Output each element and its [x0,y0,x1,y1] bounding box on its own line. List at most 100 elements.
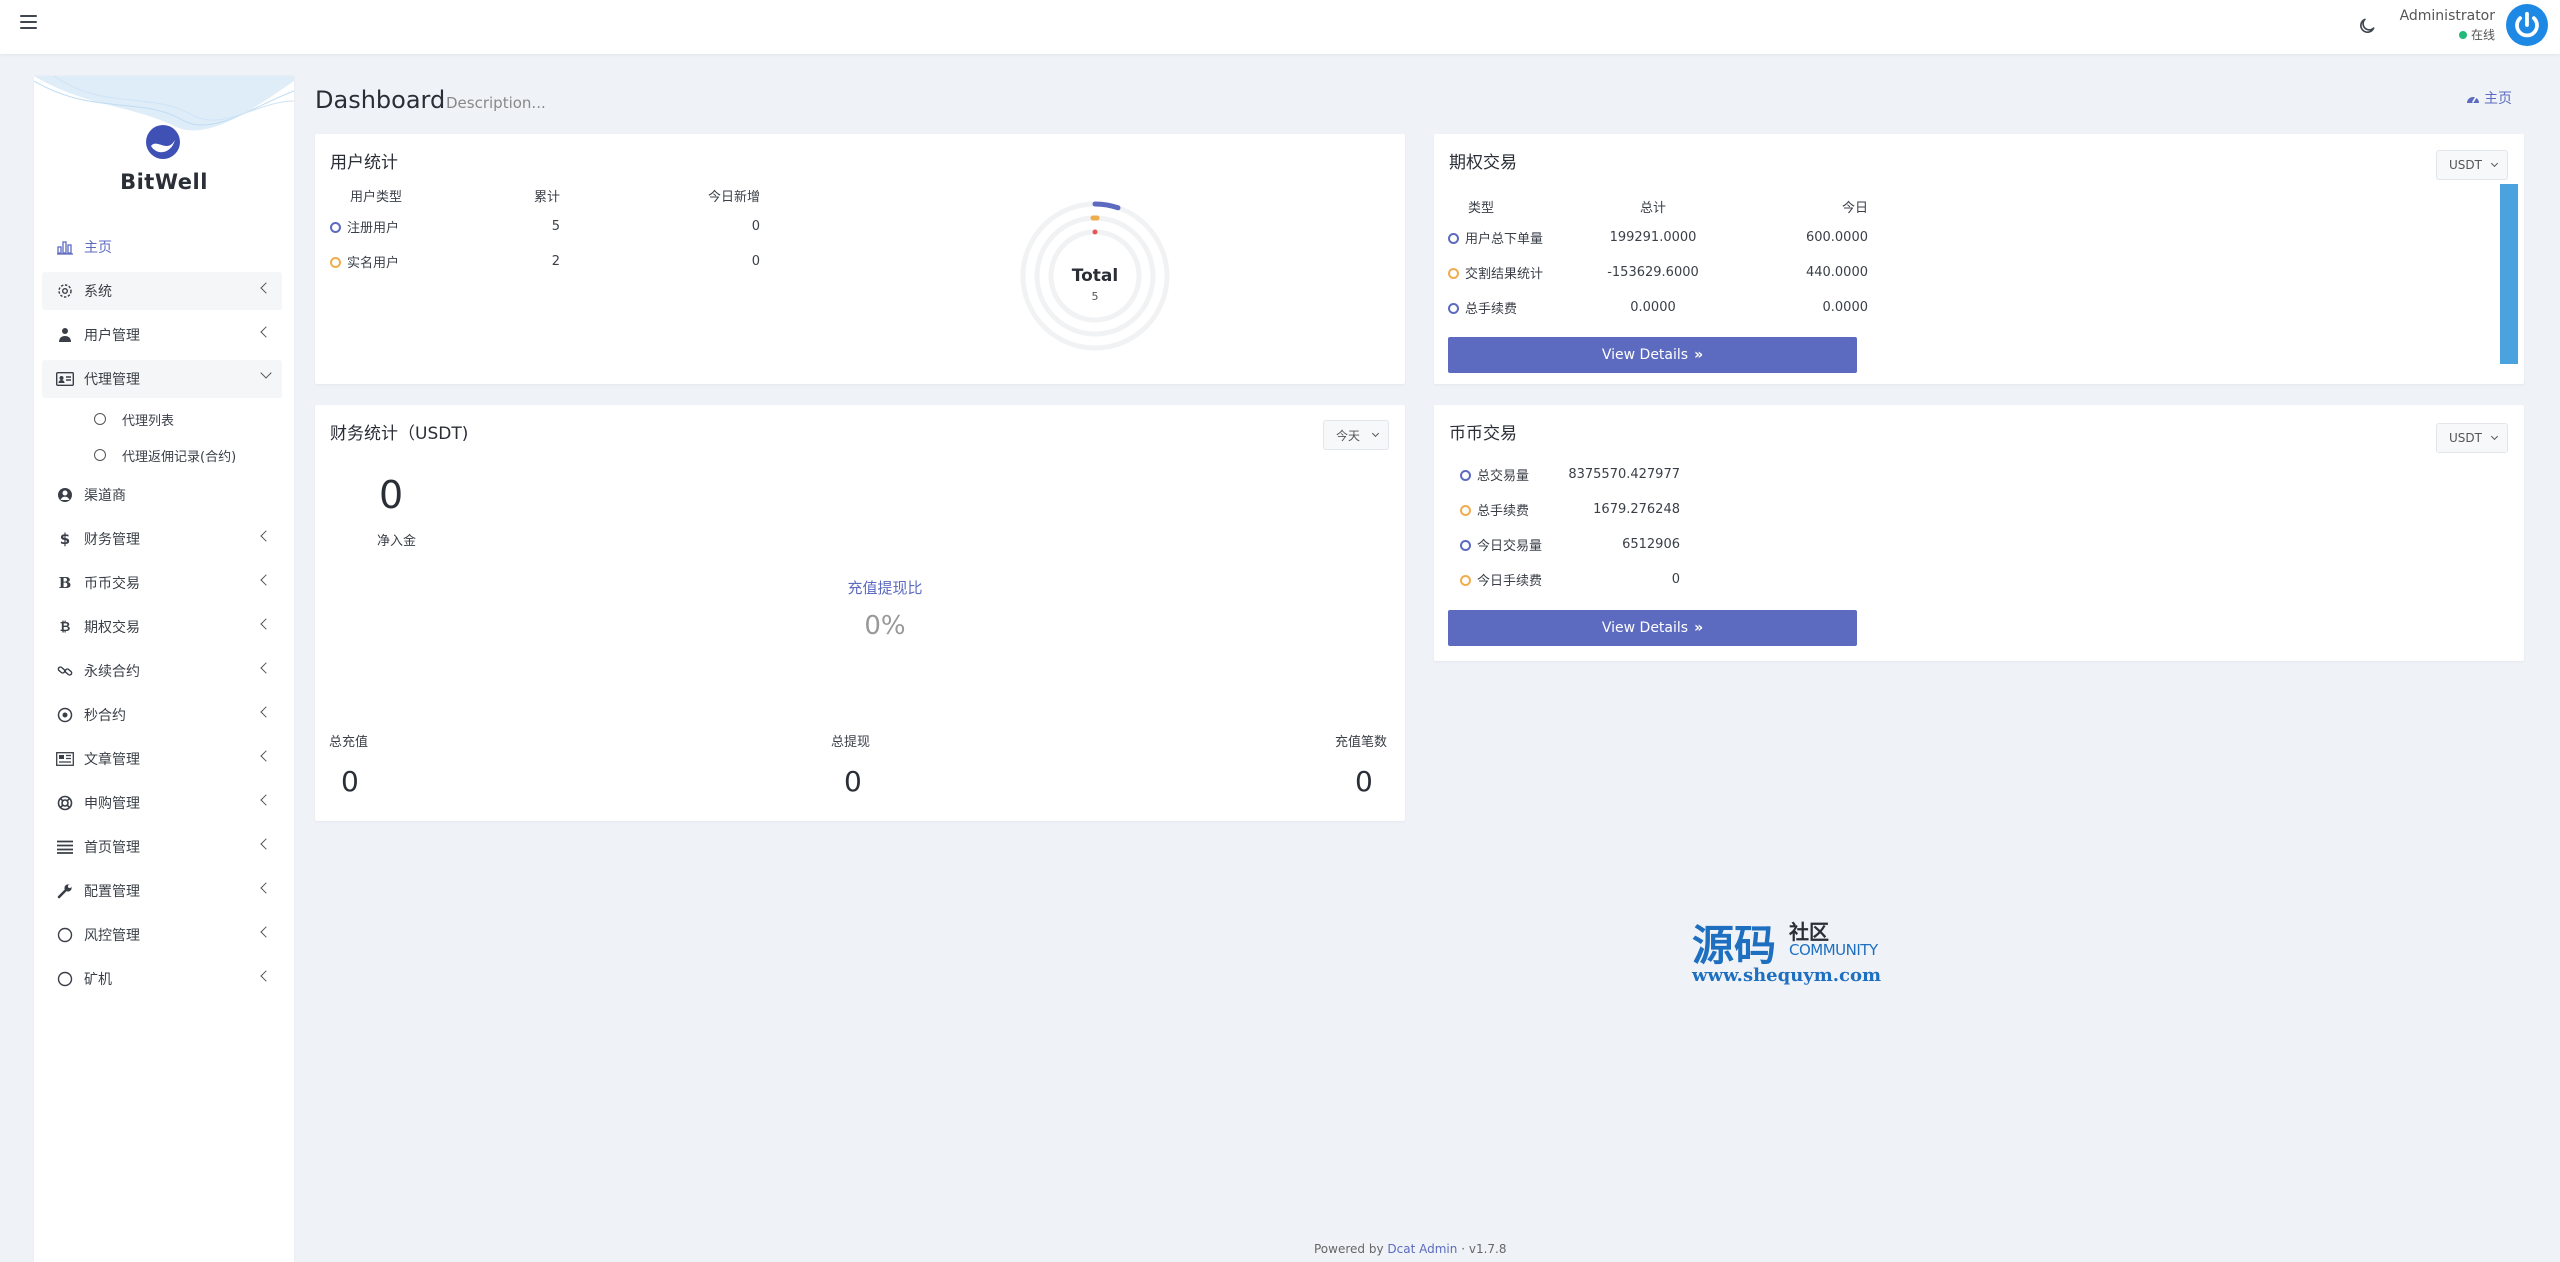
user-stats-card: 用户统计 用户类型 累计 今日新增 注册用户 5 0 实名用户 2 0 Tota… [315,134,1405,384]
button-label: View Details [1601,347,1689,363]
table-header: 今日新增 [707,189,760,205]
sidebar-item-system[interactable]: 系统 [42,272,282,310]
submenu-item-agent-list[interactable]: 代理列表 [42,404,282,434]
options-bar-chart [2500,184,2518,364]
circle-bullet-icon [330,257,341,268]
footer-separator: · [1461,1242,1466,1256]
sidebar-item-finance[interactable]: $ 财务管理 [42,520,282,558]
options-trade-table: 类型 总计 今日 用户总下单量 199291.0000 600.0000 交割结… [1448,192,1868,325]
table-cell-label: 用户总下单量 [1448,220,1598,255]
table-cell-total: 5 [551,219,560,234]
options-view-details-button[interactable]: View Details » [1448,337,1857,373]
link-icon [56,662,74,680]
list-icon [56,838,74,856]
coin-currency-select[interactable]: USDT [2436,423,2508,453]
chevron-left-icon [260,882,272,894]
user-status: 在线 [2458,26,2495,43]
select-value: USDT [2449,158,2482,172]
total-deposit-label: 总充值 [329,735,369,750]
table-row: 实名用户 2 0 [330,244,1055,279]
options-trade-card: 期权交易 USDT 类型 总计 今日 用户总下单量 199291.0000 60… [1434,134,2524,384]
table-header: 用户类型 [350,189,403,205]
total-withdraw-label: 总提现 [831,735,871,750]
select-value: 今天 [1336,428,1361,443]
table-header-row: 类型 总计 今日 [1448,192,1868,220]
table-cell-total: 199291.0000 [1609,230,1697,245]
sidebar-menu: 主页 系统 用户管理 代理管理 代理列表 代理返佣记录(合约) 渠道商 $ 财务… [42,228,282,1004]
radial-dot-today [1092,229,1098,235]
dot-circle-icon [56,706,74,724]
dark-mode-moon-icon[interactable] [2357,16,2377,36]
menu-toggle-icon[interactable] [20,15,37,29]
sidebar-item-subscription[interactable]: 申购管理 [42,784,282,822]
options-trade-title: 期权交易 [1449,153,1517,173]
submenu-item-agent-commission[interactable]: 代理返佣记录(合约) [42,440,282,470]
life-ring-icon [56,794,74,812]
coin-trade-table: 总交易量 8375570.427977 总手续费 1679.276248 今日交… [1460,457,1680,597]
sidebar-item-label: 用户管理 [84,328,140,344]
chevron-down-icon [260,367,272,379]
sidebar-item-label: 期权交易 [84,620,140,636]
table-cell-total: 0.0000 [1630,300,1676,315]
table-cell-today: 440.0000 [1805,265,1868,280]
breadcrumb-home-label: 主页 [2484,91,2512,107]
chevron-left-icon [260,750,272,762]
total-withdraw-value: 0 [844,765,862,798]
avatar[interactable] [2506,4,2548,46]
finance-title: 财务统计（USDT) [330,424,469,444]
chevron-left-icon [260,618,272,630]
footer-prefix: Powered by [1314,1242,1384,1256]
table-cell-today: 0 [751,254,760,269]
top-navbar: Administrator 在线 [0,0,2560,54]
footer-dcat-link[interactable]: Dcat Admin [1387,1242,1457,1256]
user-name[interactable]: Administrator [2400,8,2495,24]
online-dot-icon [2458,30,2467,39]
user-stats-title: 用户统计 [330,153,398,173]
donut-total-value: 5 [1092,290,1099,303]
sidebar-item-label: 财务管理 [84,532,140,548]
table-cell-value: 6512906 [1622,537,1680,552]
sidebar-item-home[interactable]: 主页 [42,228,282,266]
table-header: 累计 [533,189,560,205]
sidebar-item-homepage[interactable]: 首页管理 [42,828,282,866]
chevron-left-icon [260,706,272,718]
bar-chart-icon [56,238,74,256]
circle-bullet-icon [1448,268,1459,279]
options-currency-select[interactable]: USDT [2436,150,2508,180]
sidebar-item-second-contract[interactable]: 秒合约 [42,696,282,734]
sidebar-item-users[interactable]: 用户管理 [42,316,282,354]
sidebar-item-channel[interactable]: 渠道商 [42,476,282,514]
sidebar-item-articles[interactable]: 文章管理 [42,740,282,778]
table-cell-today: 0 [751,219,760,234]
sidebar-item-label: 矿机 [84,972,112,988]
table-cell-value: 1679.276248 [1593,502,1680,517]
sidebar-item-coin-trade[interactable]: B 币币交易 [42,564,282,602]
user-radial-chart: Total 5 [1020,201,1170,351]
gear-icon [56,282,74,300]
table-row: 今日交易量 6512906 [1460,527,1680,562]
sidebar-item-label: 代理管理 [84,372,140,388]
chevron-left-icon [260,574,272,586]
coin-view-details-button[interactable]: View Details » [1448,610,1857,646]
chevron-left-icon [260,282,272,294]
sidebar-item-config[interactable]: 配置管理 [42,872,282,910]
sidebar-item-miner[interactable]: 矿机 [42,960,282,998]
sidebar-item-label: 配置管理 [84,884,140,900]
finance-period-select[interactable]: 今天 [1323,420,1389,450]
sidebar-item-perpetual[interactable]: 永续合约 [42,652,282,690]
total-deposit-value: 0 [341,765,359,798]
chevron-left-icon [260,838,272,850]
sidebar-item-agents[interactable]: 代理管理 [42,360,282,398]
sidebar-item-label: 秒合约 [84,708,126,724]
sidebar-item-risk[interactable]: 风控管理 [42,916,282,954]
double-chevron-right-icon: » [1694,347,1704,363]
watermark-url: www.shequym.com [1692,965,1882,986]
circle-icon [56,970,74,988]
submenu-item-label: 代理列表 [122,413,175,429]
breadcrumb-home-link[interactable]: 主页 [2466,88,2512,108]
table-cell-label: 总手续费 [1448,290,1598,325]
sidebar-item-options-trade[interactable]: ₿ 期权交易 [42,608,282,646]
watermark-side-text: 社区 [1789,920,1829,944]
page-title: Dashboard [315,86,446,114]
chevron-left-icon [260,970,272,982]
